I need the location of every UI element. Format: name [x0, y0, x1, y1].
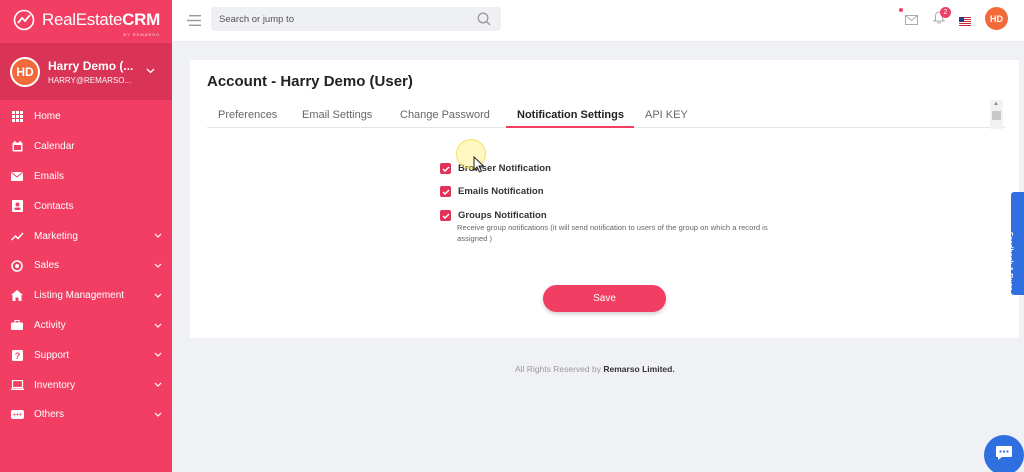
- mouse-cursor-icon: [473, 155, 485, 178]
- brand-name-bold: CRM: [122, 10, 160, 29]
- chevron-down-icon: [154, 409, 162, 419]
- logo-icon: [12, 8, 36, 32]
- grid-icon: [10, 110, 24, 124]
- sidebar-item-listing-management[interactable]: Listing Management: [0, 281, 172, 311]
- scrollbar-thumb[interactable]: [992, 111, 1001, 120]
- search-icon[interactable]: [477, 12, 491, 31]
- page-title: Account - Harry Demo (User): [207, 73, 413, 90]
- sidebar-item-home[interactable]: Home: [0, 102, 172, 132]
- house-icon: [10, 289, 24, 303]
- sidebar-item-label: Sales: [34, 260, 60, 272]
- sidebar-nav: Home Calendar Emails Contacts Marketing …: [0, 102, 172, 430]
- more-icon: [10, 408, 24, 422]
- sidebar-item-others[interactable]: Others: [0, 400, 172, 430]
- sidebar-item-label: Others: [34, 409, 65, 421]
- target-icon: [10, 259, 24, 273]
- profile-name: Harry Demo (...: [48, 58, 134, 73]
- tab-notification-settings[interactable]: Notification Settings: [517, 109, 624, 121]
- briefcase-icon: [10, 318, 24, 332]
- sidebar-item-sales[interactable]: Sales: [0, 251, 172, 281]
- sidebar-item-label: Calendar: [34, 141, 75, 153]
- scroll-up-icon[interactable]: ▲: [993, 101, 999, 107]
- brand-name-light: RealEstate: [42, 10, 123, 29]
- calendar-icon: [10, 140, 24, 154]
- chat-button[interactable]: [984, 435, 1024, 472]
- laptop-icon: [10, 378, 24, 392]
- footer-text: All Rights Reserved by: [515, 364, 601, 374]
- sidebar-item-marketing[interactable]: Marketing: [0, 221, 172, 251]
- sidebar-item-label: Inventory: [34, 379, 76, 391]
- feedback-tab[interactable]: Feedback & Bugs: [1006, 192, 1024, 295]
- avatar: HD: [10, 56, 40, 87]
- search-box: [211, 7, 501, 31]
- sidebar-item-label: Emails: [34, 170, 65, 182]
- groups-notification-description: Receive group notifications (it will sen…: [457, 223, 768, 243]
- brand-logo[interactable]: RealEstateCRM BY REMARSO: [0, 0, 172, 40]
- footer: All Rights Reserved by Remarso Limited.: [515, 364, 675, 374]
- tab-preferences[interactable]: Preferences: [218, 109, 277, 121]
- notification-badge: 2: [940, 7, 951, 18]
- emails-notification-option[interactable]: Emails Notification: [440, 186, 544, 197]
- chevron-down-icon: [154, 320, 162, 330]
- sidebar-item-label: Listing Management: [34, 290, 125, 302]
- tab-change-password[interactable]: Change Password: [400, 109, 490, 121]
- trend-icon: [10, 229, 24, 243]
- chevron-down-icon: [154, 349, 162, 359]
- feedback-label: Feedback & Bugs: [1006, 232, 1013, 291]
- account-card: Account - Harry Demo (User) Preferences …: [190, 60, 1019, 338]
- emails-notification-checkbox[interactable]: [440, 186, 451, 197]
- brand-subtitle: BY REMARSO: [123, 32, 160, 37]
- groups-notification-label: Groups Notification: [458, 210, 547, 221]
- brand-name: RealEstateCRM BY REMARSO: [42, 10, 160, 37]
- active-tab-indicator: [506, 126, 634, 128]
- search-input[interactable]: [211, 7, 461, 31]
- browser-notification-option[interactable]: Browser Notification: [440, 163, 551, 174]
- sidebar-item-emails[interactable]: Emails: [0, 162, 172, 192]
- sidebar-item-support[interactable]: ? Support: [0, 340, 172, 370]
- sidebar-item-activity[interactable]: Activity: [0, 311, 172, 341]
- account-tabs: Preferences Email Settings Change Passwo…: [207, 104, 1005, 128]
- avatar[interactable]: HD: [985, 7, 1008, 30]
- contact-card-icon: [10, 199, 24, 213]
- chevron-down-icon: [154, 290, 162, 300]
- sidebar-item-label: Support: [34, 349, 70, 361]
- groups-notification-checkbox[interactable]: [440, 210, 451, 221]
- envelope-icon: [10, 169, 24, 183]
- chevron-down-icon: [154, 379, 162, 389]
- emails-notification-label: Emails Notification: [458, 186, 544, 197]
- us-flag-icon[interactable]: [959, 13, 971, 26]
- svg-text:?: ?: [14, 351, 20, 361]
- mail-icon[interactable]: [905, 12, 918, 30]
- mail-dot: [899, 8, 903, 12]
- footer-company: Remarso Limited.: [603, 364, 675, 374]
- scrollbar[interactable]: ▲: [990, 100, 1003, 129]
- tab-api-key[interactable]: API KEY: [645, 109, 688, 121]
- save-button[interactable]: Save: [543, 285, 666, 312]
- sidebar-item-inventory[interactable]: Inventory: [0, 370, 172, 400]
- profile-email: HARRY@REMARSO...: [48, 75, 132, 85]
- profile-info: Harry Demo (... HARRY@REMARSO...: [48, 59, 140, 85]
- menu-icon[interactable]: [187, 13, 201, 31]
- sidebar-item-contacts[interactable]: Contacts: [0, 191, 172, 221]
- groups-notification-option[interactable]: Groups Notification: [440, 210, 547, 221]
- sidebar-item-label: Contacts: [34, 200, 74, 212]
- help-icon: ?: [10, 348, 24, 362]
- chevron-down-icon: [154, 260, 162, 270]
- chevron-down-icon[interactable]: [146, 66, 155, 77]
- browser-notification-checkbox[interactable]: [440, 163, 451, 174]
- sidebar-item-label: Marketing: [34, 230, 78, 242]
- chat-icon: [995, 445, 1013, 466]
- tab-email-settings[interactable]: Email Settings: [302, 109, 372, 121]
- sidebar: RealEstateCRM BY REMARSO HD Harry Demo (…: [0, 0, 172, 472]
- user-profile[interactable]: HD Harry Demo (... HARRY@REMARSO...: [0, 43, 172, 100]
- sidebar-item-label: Home: [34, 111, 61, 123]
- sidebar-item-calendar[interactable]: Calendar: [0, 132, 172, 162]
- topbar: 2 HD: [172, 0, 1024, 42]
- sidebar-item-label: Activity: [34, 319, 66, 331]
- chevron-down-icon: [154, 230, 162, 240]
